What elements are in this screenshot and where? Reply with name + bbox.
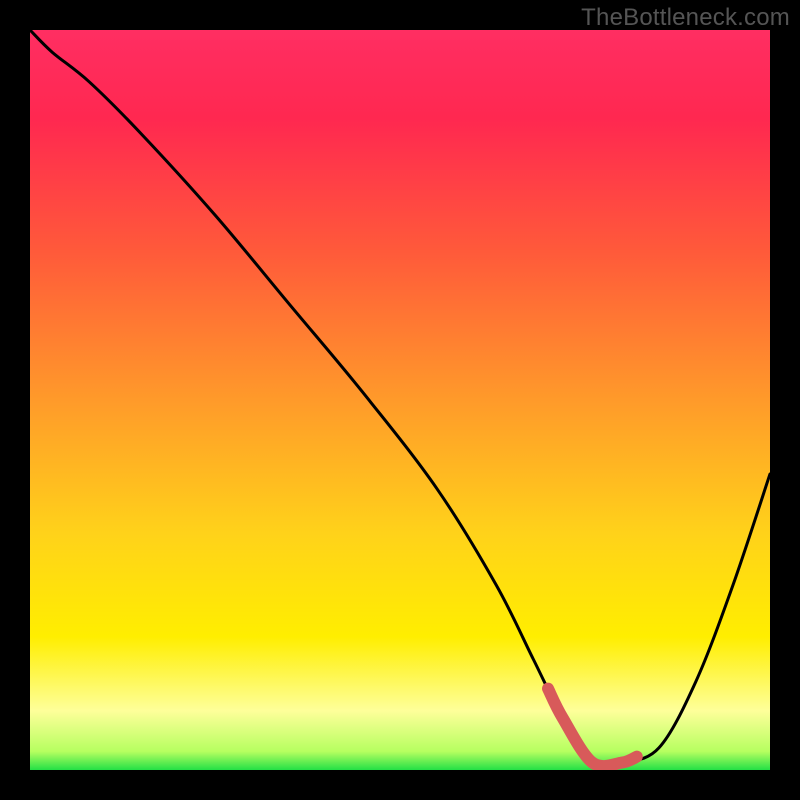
chart-container: TheBottleneck.com: [0, 0, 800, 800]
bottleneck-curve: [30, 30, 770, 770]
plot-area: [30, 30, 770, 770]
watermark-text: TheBottleneck.com: [581, 4, 790, 32]
